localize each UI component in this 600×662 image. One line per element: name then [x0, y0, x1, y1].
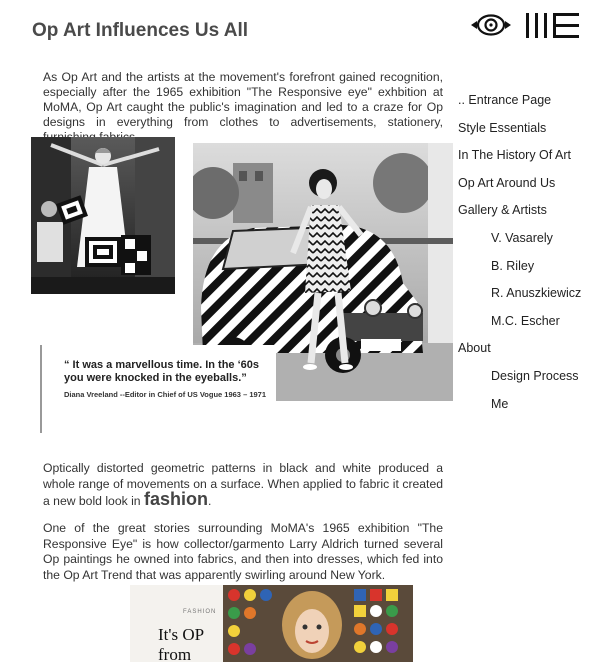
page-title: Op Art Influences Us All — [32, 20, 249, 41]
bars-logo-icon — [526, 13, 579, 38]
intro-paragraph: As Op Art and the artists at the movemen… — [43, 70, 443, 144]
nav-item-history-of-art[interactable]: In The History Of Art — [458, 147, 600, 175]
nav-item-op-art-around-us[interactable]: Op Art Around Us — [458, 175, 600, 203]
fashion-paragraph: Optically distorted geometric patterns i… — [43, 461, 443, 510]
nav-item-escher[interactable]: M.C. Escher — [458, 313, 600, 341]
nav-item-gallery-artists[interactable]: Gallery & Artists — [458, 202, 600, 230]
pull-quote: “ It was a marvellous time. In the ‘60s … — [40, 345, 276, 433]
nav-item-about[interactable]: About — [458, 340, 600, 368]
nav-item-vasarely[interactable]: V. Vasarely — [458, 230, 600, 258]
nav-item-anuszkiewicz[interactable]: R. Anuszkiewicz — [458, 285, 600, 313]
nav-item-riley[interactable]: B. Riley — [458, 258, 600, 286]
fashion-paragraph-text: Optically distorted geometric patterns i… — [43, 461, 443, 508]
magazine-headline: It's OP from — [158, 625, 204, 662]
fashion-emphasis: fashion — [143, 489, 208, 509]
eye-icon — [471, 13, 579, 38]
fashion-paragraph-end: . — [207, 494, 212, 508]
op-art-dress-photo — [31, 137, 175, 294]
magazine-clipping-image: FASHION It's OP from — [130, 585, 413, 662]
nav-item-style-essentials[interactable]: Style Essentials — [458, 120, 600, 148]
site-navigation: .. Entrance Page Style Essentials In The… — [458, 92, 600, 423]
moma-paragraph: One of the great stories surrounding MoM… — [43, 521, 443, 582]
nav-item-design-process[interactable]: Design Process — [458, 368, 600, 396]
magazine-kicker: FASHION — [183, 609, 217, 615]
nav-item-me[interactable]: Me — [458, 396, 600, 424]
nav-item-entrance-page[interactable]: .. Entrance Page — [458, 92, 600, 120]
quote-text: “ It was a marvellous time. In the ‘60s … — [64, 359, 260, 384]
quote-citation: Diana Vreeland --Editor in Chief of US V… — [64, 390, 267, 399]
site-logo[interactable] — [469, 10, 581, 40]
